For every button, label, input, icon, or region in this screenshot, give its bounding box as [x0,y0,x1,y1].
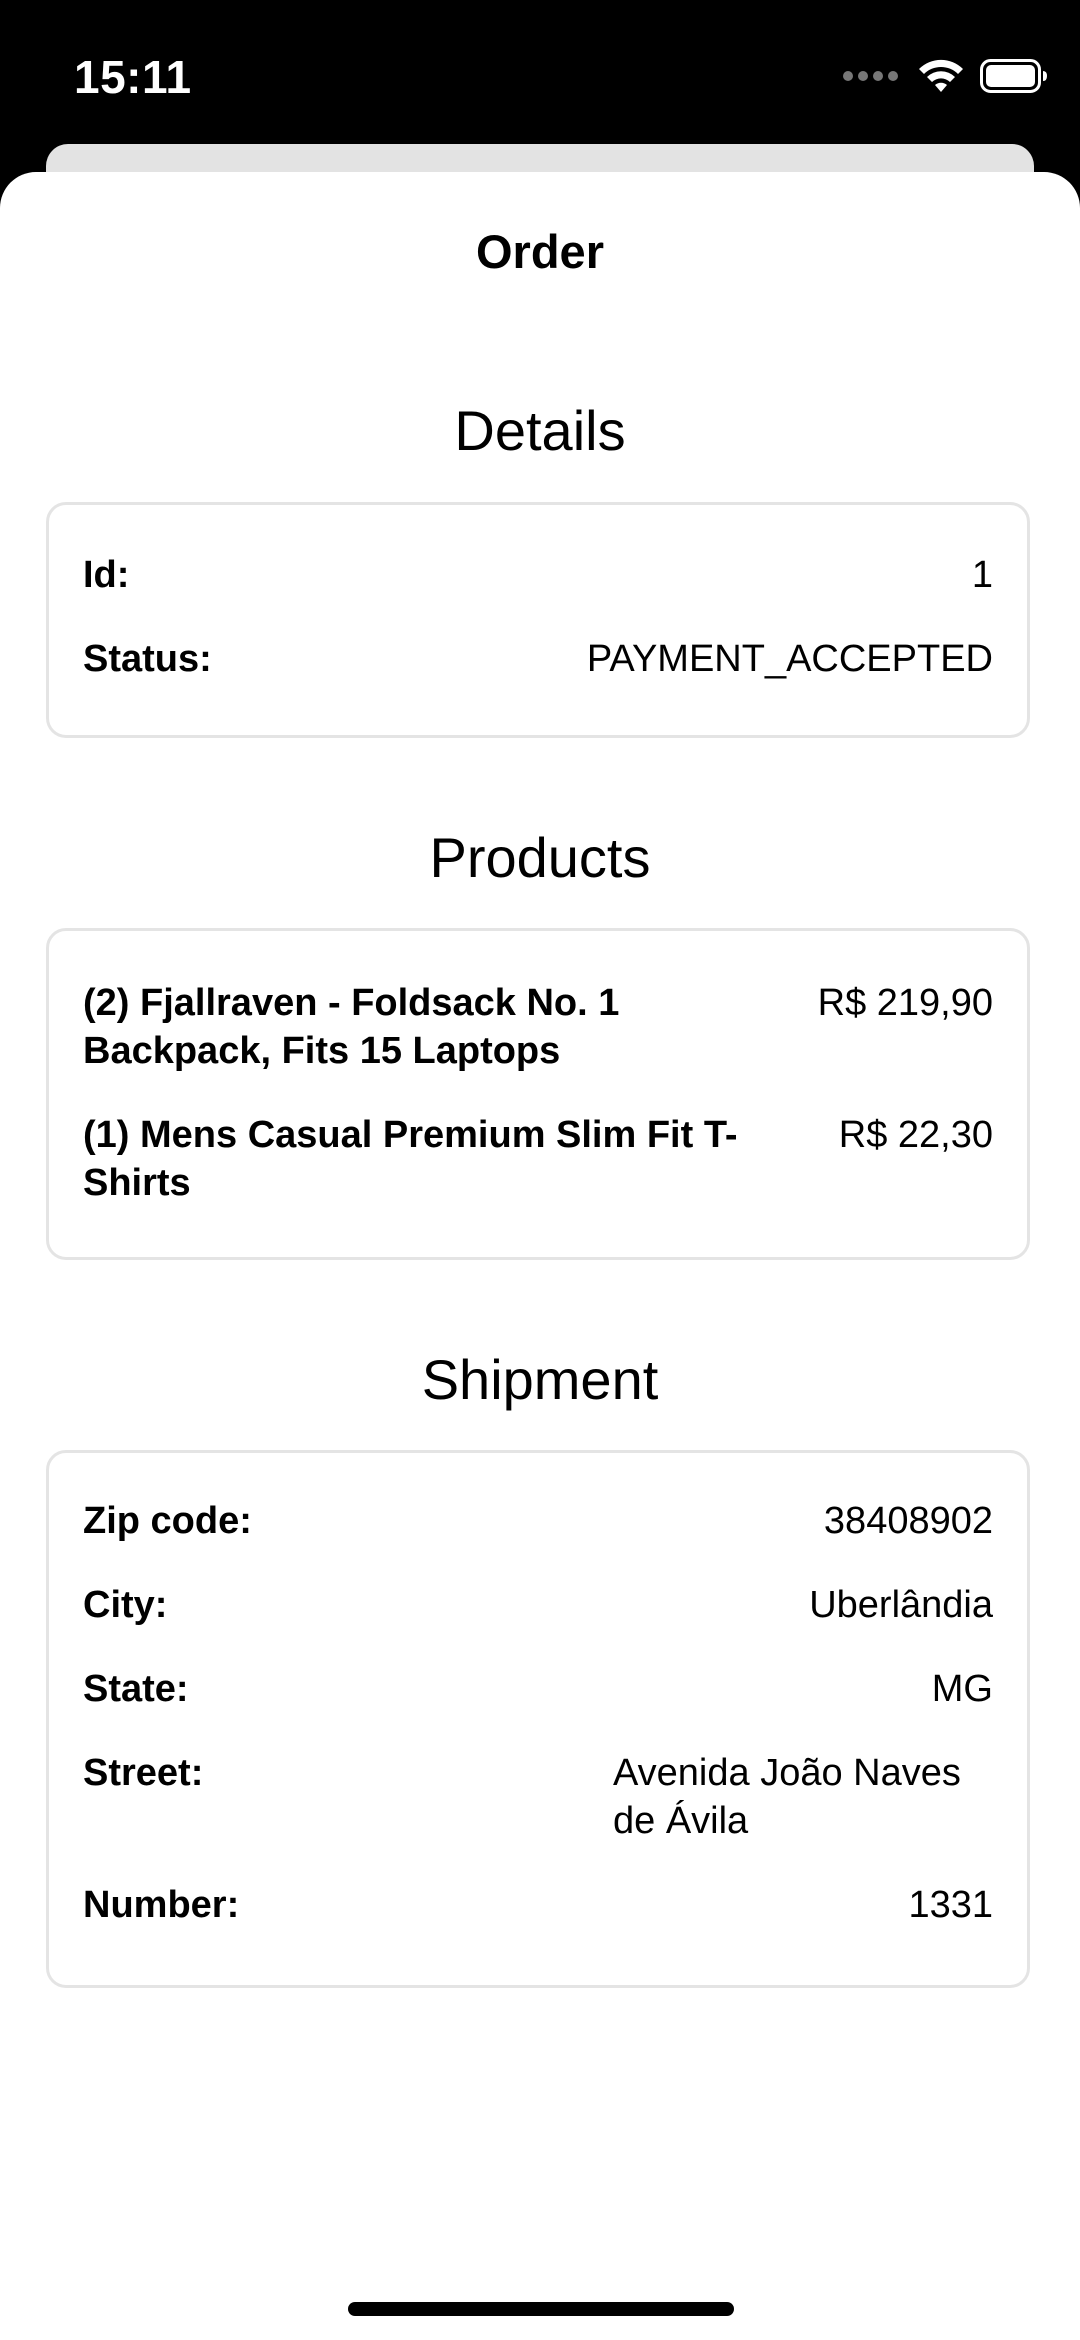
product-item: (2) Fjallraven - Foldsack No. 1 Backpack… [83,979,993,1075]
status-bar: 15:11 [0,0,1080,150]
products-card: (2) Fjallraven - Foldsack No. 1 Backpack… [46,928,1030,1260]
number-value: 1331 [908,1884,993,1926]
state-value: MG [931,1668,993,1710]
city-label: City: [83,1584,168,1626]
street-value: Avenida João Naves de Ávila [613,1752,961,1842]
shipment-row-city: City: Uberlândia [83,1581,993,1629]
product-name: (2) Fjallraven - Foldsack No. 1 Backpack… [83,982,620,1072]
shipment-row-number: Number: 1331 [83,1881,993,1929]
id-value: 1 [971,554,993,596]
status-icons [843,56,1048,96]
page-title: Order [476,225,604,278]
details-row-status: Status: PAYMENT_ACCEPTED [83,635,993,683]
product-price: R$ 219,90 [817,982,993,1024]
shipment-card: Zip code: 38408902 City: Uberlândia Stat… [46,1450,1030,1988]
zip-label: Zip code: [83,1500,252,1542]
wifi-icon [919,59,963,92]
order-sheet[interactable]: Order Details Id: 1 Status: PAYMENT_ACCE… [0,172,1080,2340]
home-indicator[interactable] [348,2302,734,2316]
product-item: (1) Mens Casual Premium Slim Fit T-Shirt… [83,1111,993,1207]
shipment-section-title: Shipment [421,1348,659,1411]
signal-icon [843,71,898,81]
shipment-row-street: Street: Avenida João Naves de Ávila [83,1749,993,1845]
battery-icon [980,59,1047,93]
number-label: Number: [83,1884,240,1926]
status-label: Status: [83,638,212,680]
products-section-title: Products [429,826,651,889]
street-label: Street: [83,1752,204,1794]
shipment-row-zip: Zip code: 38408902 [83,1497,993,1545]
product-price: R$ 22,30 [838,1114,993,1156]
details-section-title: Details [454,399,626,462]
shipment-row-state: State: MG [83,1665,993,1713]
details-row-id: Id: 1 [83,551,993,599]
id-label: Id: [83,554,130,596]
details-card: Id: 1 Status: PAYMENT_ACCEPTED [46,502,1030,738]
city-value: Uberlândia [809,1584,993,1626]
product-name: (1) Mens Casual Premium Slim Fit T-Shirt… [83,1114,738,1204]
status-value: PAYMENT_ACCEPTED [586,638,993,680]
status-time: 15:11 [74,51,192,103]
zip-value: 38408902 [823,1500,993,1542]
state-label: State: [83,1668,189,1710]
